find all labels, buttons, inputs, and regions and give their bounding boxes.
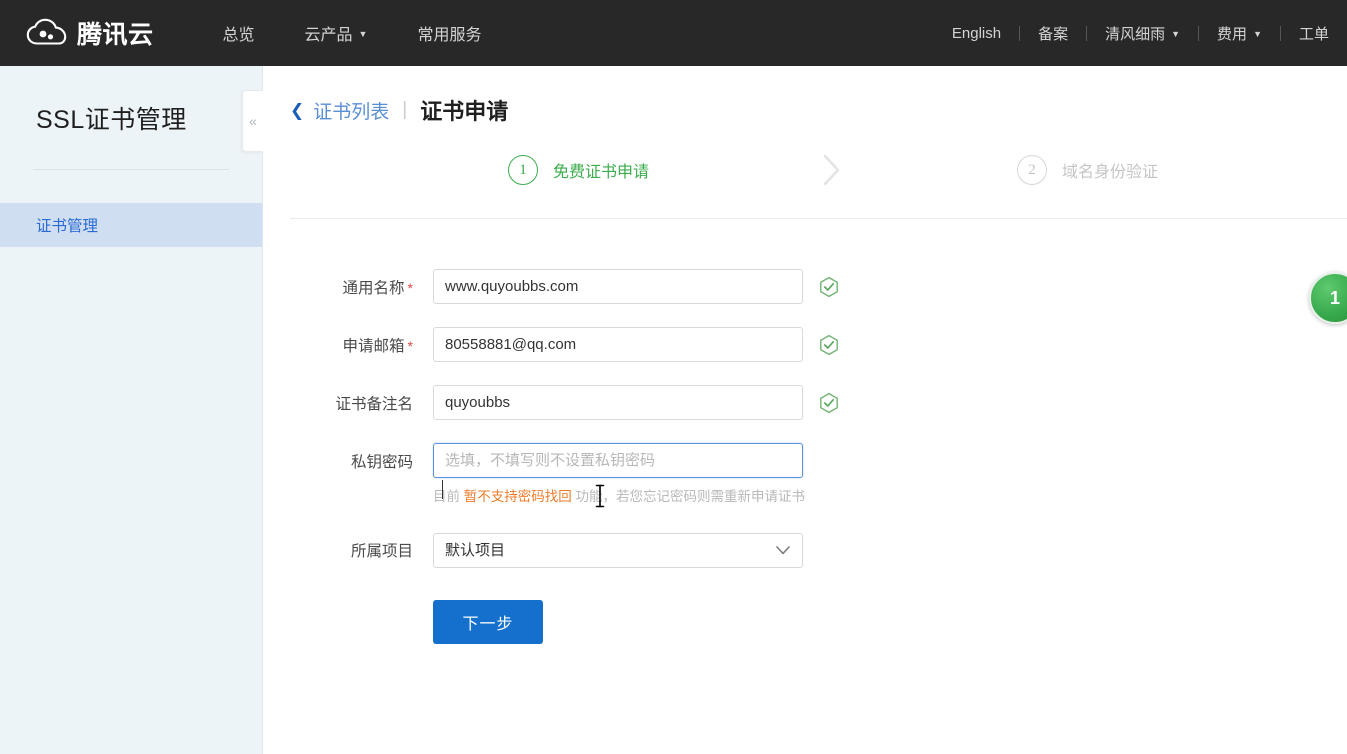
nav-item-label: 工单 [1299,23,1329,44]
valid-check-icon [818,334,840,356]
valid-check-icon [818,392,840,414]
form-label-project: 所属项目 [312,539,433,561]
chevron-double-left-icon: « [249,113,257,129]
form-label-common-name: 通用名称* [312,276,433,298]
form-row-private-key-password: 私钥密码 [312,443,1347,478]
hint-spacer [312,488,433,507]
chevron-down-icon: ▼ [1253,30,1262,39]
nav-item-english[interactable]: English [934,25,1019,42]
page-title: 证书申请 [420,94,508,126]
valid-check-icon [818,276,840,298]
breadcrumb-link-certificate-list[interactable]: 证书列表 [313,97,389,124]
nav-item-overview[interactable]: 总览 [198,21,280,45]
form-label-certificate-alias: 证书备注名 [312,392,433,414]
secondary-nav: English 备案 清风细雨 ▼ 费用 ▼ 工单 [934,0,1347,66]
sidebar-collapse-button[interactable]: « [242,90,263,152]
hint-emphasis: 暂不支持密码找回 [464,489,572,504]
private-key-password-hint: 目前 暂不支持密码找回 功能，若您忘记密码则需重新申请证书 [312,488,1347,507]
breadcrumb: ❮ 证书列表 | 证书申请 [263,66,1347,126]
email-input[interactable] [433,327,803,362]
label-text: 申请邮箱 [343,338,405,355]
sidebar-item-label: 证书管理 [36,214,98,236]
next-step-button[interactable]: 下一步 [433,600,543,644]
main-content: ❮ 证书列表 | 证书申请 1 免费证书申请 2 域名身份验证 [263,66,1347,754]
step-number: 1 [508,155,538,185]
form-actions: 下一步 [312,600,1347,644]
brand-name: 腾讯云 [77,15,154,51]
app-window: 腾讯云 总览 云产品 ▼ 常用服务 English 备案 清风 [0,0,1347,754]
sidebar-title: SSL证书管理 [0,66,262,136]
nav-item-label: 清风细雨 [1105,23,1165,44]
chevron-left-icon[interactable]: ❮ [290,102,304,119]
nav-item-label: 费用 [1217,23,1247,44]
form-row-email: 申请邮箱* [312,327,1347,362]
step-number: 2 [1017,155,1047,185]
chevron-down-icon: ▼ [359,30,368,39]
private-key-password-input[interactable] [433,443,803,478]
form-label-email: 申请邮箱* [312,334,433,356]
sidebar-menu: 证书管理 [0,203,262,247]
certificate-alias-input[interactable] [433,385,803,420]
project-select-wrapper: 默认项目 [433,533,803,568]
nav-item-label: 常用服务 [417,21,481,45]
nav-item-label: 备案 [1038,23,1068,44]
label-text: 所属项目 [351,543,413,560]
nav-item-account[interactable]: 清风细雨 ▼ [1087,23,1198,44]
nav-item-beian[interactable]: 备案 [1020,23,1086,44]
step-label: 域名身份验证 [1062,158,1158,182]
common-name-input[interactable] [433,269,803,304]
form-row-project: 所属项目 默认项目 [312,533,1347,568]
top-header: 腾讯云 总览 云产品 ▼ 常用服务 English 备案 清风 [0,0,1347,66]
hint-prefix: 目前 [433,489,464,504]
hint-suffix: 功能，若您忘记密码则需重新申请证书 [572,489,805,504]
breadcrumb-separator: | [402,99,407,121]
nav-item-label: 云产品 [305,21,353,45]
step-label: 免费证书申请 [553,158,649,182]
form-row-common-name: 通用名称* [312,269,1347,304]
nav-item-billing[interactable]: 费用 ▼ [1199,23,1280,44]
nav-item-label: 总览 [223,21,255,45]
chevron-down-icon: ▼ [1171,30,1180,39]
sidebar-item-certificate-management[interactable]: 证书管理 [0,203,262,247]
certificate-application-form: 通用名称* 申请邮箱* [263,269,1347,644]
sidebar: SSL证书管理 证书管理 « [0,66,263,754]
required-marker: * [408,280,413,296]
label-text: 证书备注名 [335,396,413,413]
badge-count: 1 [1330,288,1340,309]
nav-item-cloud-products[interactable]: 云产品 ▼ [280,21,393,45]
step-1-free-certificate-application: 1 免费证书申请 [508,155,649,185]
button-spacer [312,600,433,644]
brand-logo-link[interactable]: 腾讯云 [26,15,154,51]
sidebar-divider [33,169,229,170]
chevron-right-icon [817,150,847,190]
nav-item-label: English [952,25,1001,42]
nav-item-tickets[interactable]: 工单 [1281,23,1347,44]
hint-text: 目前 暂不支持密码找回 功能，若您忘记密码则需重新申请证书 [433,488,805,507]
primary-nav: 总览 云产品 ▼ 常用服务 [198,21,507,45]
form-row-certificate-alias: 证书备注名 [312,385,1347,420]
project-select[interactable]: 默认项目 [433,533,803,568]
cloud-icon [26,18,68,48]
step-2-domain-identity-verification: 2 域名身份验证 [1017,155,1158,185]
required-marker: * [408,338,413,354]
section-divider [290,218,1347,219]
form-label-private-key-password: 私钥密码 [312,450,433,472]
step-indicator: 1 免费证书申请 2 域名身份验证 [263,150,1347,218]
text-cursor [442,480,443,499]
label-text: 私钥密码 [351,454,413,471]
nav-item-common-services[interactable]: 常用服务 [392,21,506,45]
label-text: 通用名称 [343,280,405,297]
